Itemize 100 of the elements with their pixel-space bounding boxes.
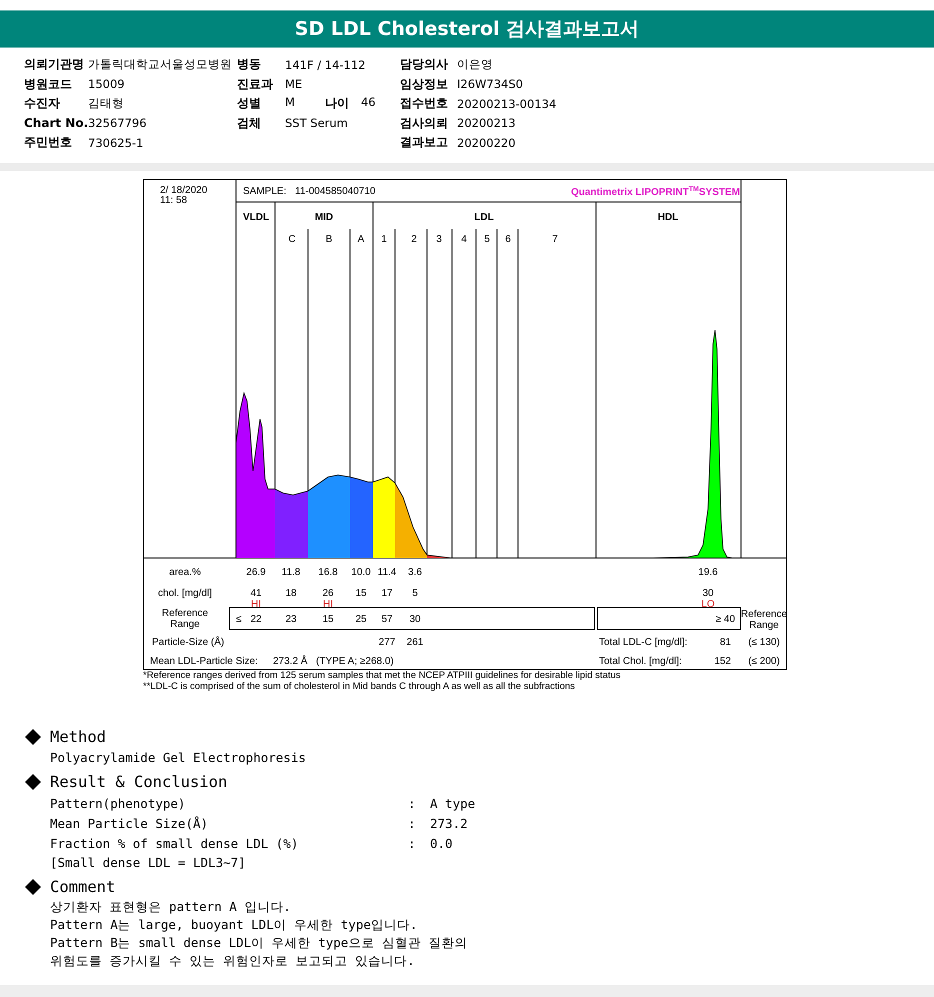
field-value: 가톨릭대학교서울성모병원 bbox=[88, 57, 233, 72]
diamond-icon bbox=[25, 774, 41, 790]
table-value: 57 bbox=[381, 614, 393, 625]
range-sign: ≤ bbox=[236, 614, 242, 625]
row-label: chol. [mg/dl] bbox=[158, 588, 212, 599]
section-text: 위험도를 증가시킬 수 있는 위험인자로 보고되고 있습니다. bbox=[49, 952, 416, 970]
chart-date: 2/ 18/2020 bbox=[160, 185, 208, 196]
table-value: 22 bbox=[250, 614, 262, 625]
field-label: 병원코드 bbox=[24, 76, 73, 93]
table-value: 273.2 Å bbox=[273, 656, 308, 667]
result-separator: : bbox=[408, 836, 417, 850]
section-text: 상기환자 표현형은 pattern A 입니다. bbox=[49, 898, 292, 916]
result-value: 273.2 bbox=[430, 816, 469, 830]
field-label: 주민번호 bbox=[24, 134, 73, 152]
subband-label: C bbox=[288, 234, 296, 245]
table-value: 41 bbox=[250, 588, 262, 599]
field-label: 나이 bbox=[324, 95, 349, 112]
field-value: I26W734S0 bbox=[457, 77, 524, 92]
field-value: 김태형 bbox=[88, 96, 125, 112]
field-value: 이은영 bbox=[457, 57, 494, 72]
table-value: 18 bbox=[285, 588, 297, 599]
section-text: Pattern B는 small dense LDL이 우세한 type으로 심혈관 질환의 bbox=[49, 934, 468, 952]
table-value: 152 bbox=[714, 656, 731, 667]
table-value: (TYPE A; ≥268.0) bbox=[316, 656, 394, 667]
field-value: 20200213-00134 bbox=[457, 96, 558, 111]
field-label: 검사의뢰 bbox=[400, 114, 449, 132]
field-label: 병동 bbox=[237, 56, 262, 74]
flag-label: HI bbox=[323, 599, 333, 610]
subband-label: 3 bbox=[436, 234, 442, 245]
table-value: 26 bbox=[322, 588, 334, 599]
subband-label: 1 bbox=[381, 234, 387, 245]
diamond-icon bbox=[25, 729, 41, 745]
field-label: 진료과 bbox=[237, 76, 274, 93]
flag-label: LO bbox=[701, 599, 715, 610]
report-title: SD LDL Cholesterol 검사결과보고서 bbox=[294, 17, 640, 42]
footnote: **LDL-C is comprised of the sum of cholesterol in Mid bands C through A as well as all the subfractions bbox=[143, 681, 576, 692]
field-value: 32567796 bbox=[88, 116, 148, 130]
subband-label: 7 bbox=[552, 234, 558, 245]
table-value: 10.0 bbox=[351, 567, 371, 578]
field-label: 결과보고 bbox=[400, 134, 449, 152]
sample-id: 11-004585040710 bbox=[295, 186, 376, 197]
sample-label: SAMPLE: bbox=[243, 186, 286, 197]
field-value: 141F / 14-112 bbox=[285, 58, 366, 72]
band-group-label: MID bbox=[314, 212, 334, 223]
chart-time: 11: 58 bbox=[160, 195, 188, 206]
band-group-label: HDL bbox=[658, 212, 678, 223]
result-value: A type bbox=[430, 796, 476, 810]
field-label: 임상정보 bbox=[400, 76, 449, 93]
table-value: 17 bbox=[381, 588, 393, 599]
field-value: 730625-1 bbox=[88, 136, 144, 150]
field-label: 검체 bbox=[237, 114, 262, 132]
row-label: Mean LDL-Particle Size: bbox=[150, 656, 258, 667]
table-value: 11.4 bbox=[378, 567, 396, 578]
table-value: 15 bbox=[355, 588, 367, 599]
subband-label: B bbox=[326, 234, 332, 245]
field-label: Chart No. bbox=[24, 116, 88, 130]
row-label: Range bbox=[170, 619, 200, 630]
row-label: Total LDL-C [mg/dl]: bbox=[599, 637, 688, 648]
subband-label: 6 bbox=[505, 234, 511, 245]
row-label: Total Chol. [mg/dl]: bbox=[599, 656, 682, 667]
result-label: Fraction % of small dense LDL (%) bbox=[50, 836, 300, 850]
row-label: Reference bbox=[162, 608, 208, 619]
table-value: 25 bbox=[355, 614, 367, 625]
table-value: 277 bbox=[378, 637, 396, 648]
row-label: area.% bbox=[169, 567, 201, 578]
table-value: 23 bbox=[285, 614, 297, 625]
table-value: 15 bbox=[322, 614, 334, 625]
field-label: 의뢰기관명 bbox=[24, 56, 85, 74]
result-label: Pattern(phenotype) bbox=[50, 796, 186, 810]
table-value: 5 bbox=[412, 588, 418, 599]
field-value: 20200213 bbox=[457, 116, 517, 130]
table-value: 3.6 bbox=[408, 567, 422, 578]
table-value: ≥ 40 bbox=[716, 614, 735, 625]
field-label: 접수번호 bbox=[400, 95, 449, 112]
field-label: 수진자 bbox=[24, 95, 61, 112]
table-value: 30 bbox=[409, 614, 421, 625]
row-label: Range bbox=[749, 620, 779, 631]
row-label: Particle-Size (Å) bbox=[152, 637, 224, 648]
section-text: Pattern A는 large, buoyant LDL이 우세한 type입니다. bbox=[49, 916, 418, 934]
band-group-label: VLDL bbox=[242, 212, 270, 223]
table-value: 261 bbox=[406, 637, 424, 648]
section-heading: Comment bbox=[50, 878, 116, 896]
subband-label: 5 bbox=[484, 234, 490, 245]
footnote: *Reference ranges derived from 125 serum samples that met the NCEP ATPIII guidelines for desirable lipid status bbox=[143, 670, 622, 681]
diamond-icon bbox=[25, 879, 41, 895]
field-label: 담당의사 bbox=[400, 56, 449, 74]
field-value: 46 bbox=[360, 95, 376, 112]
table-value: 26.9 bbox=[246, 567, 266, 578]
field-value: 15009 bbox=[88, 77, 126, 92]
field-value: M bbox=[285, 95, 295, 112]
flag-label: HI bbox=[251, 599, 261, 610]
section-heading: Result & Conclusion bbox=[50, 773, 228, 791]
section-text: Polyacrylamide Gel Electrophoresis bbox=[49, 749, 307, 767]
range-value: (≤ 130) bbox=[748, 637, 780, 648]
subband-label: 2 bbox=[411, 234, 417, 245]
result-value: 0.0 bbox=[430, 836, 454, 850]
result-separator: : bbox=[408, 796, 417, 810]
field-value: SST Serum bbox=[285, 116, 349, 130]
subband-label: 4 bbox=[461, 234, 467, 245]
field-value: ME bbox=[285, 77, 304, 92]
